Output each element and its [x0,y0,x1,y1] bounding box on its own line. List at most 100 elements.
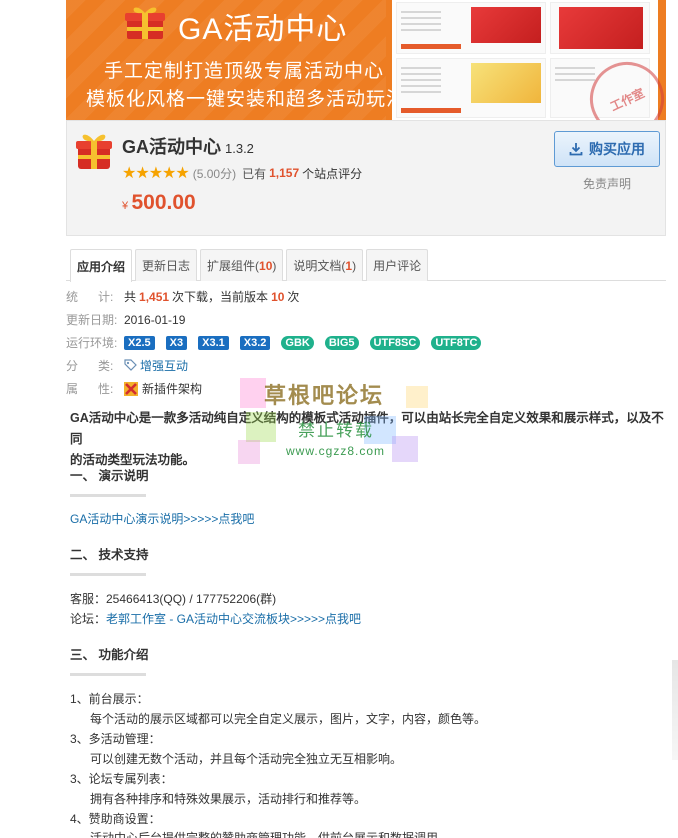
section-features-heading: 三、 功能介绍 [70,644,148,676]
screenshot-thumb [396,2,546,54]
support-contact: 客服：25466413(QQ) / 177752206(群) [70,592,277,606]
tab-label: 说明文档( [293,259,346,273]
demo-link-row: GA活动中心演示说明>>>>>点我吧 [70,510,254,527]
charset-badge: GBK [281,335,314,350]
meta-stats: 统 计: 共 1,451 次下载，当前版本 10 次 [66,285,666,308]
tab-label: 应用介绍 [77,259,126,274]
version-badge: X3.2 [239,335,271,350]
product-name: GA活动中心 1.3.2 [122,133,254,159]
tag-icon [124,359,137,371]
banner-tagline-1: 手工定制打造顶级专属活动中心 [104,61,385,82]
feature-title: 3、论坛专属列表： [70,772,173,786]
attr-label: 新插件架构 [142,382,203,396]
banner-screenshots: 工作室 [392,0,666,120]
category-link[interactable]: 增强互动 [124,357,188,374]
version-badge: X3.1 [198,335,229,350]
meta-attr: 属 性: 新插件架构 [66,377,666,400]
tab-changelog[interactable]: 更新日志 [135,249,198,281]
meta-label: 更新日期: [66,313,118,327]
price-currency: ¥ [122,200,129,212]
rating-row: ★★★★★ (5.00分) 已有 1,157 个站点评分 [122,163,362,183]
meta-category: 分 类: 增强互动 [66,354,666,377]
detail-tabs: 应用介绍 更新日志 扩展组件(10) 说明文档(1) 用户评论 [66,249,666,282]
update-date: 2016-01-19 [124,312,186,327]
stats-text: 共 [124,290,137,304]
tab-paren: ) [352,258,357,273]
forum-label: 论坛： [70,612,107,626]
tab-label: 用户评论 [373,259,422,273]
tab-app-intro[interactable]: 应用介绍 [70,249,133,282]
product-title: GA活动中心 [122,137,221,157]
product-version: 1.3.2 [225,141,254,156]
app-meta: 统 计: 共 1,451 次下载，当前版本 10 次 更新日期: 2016-01… [66,285,666,400]
demo-link[interactable]: GA活动中心演示说明>>>>>点我吧 [70,512,254,526]
product-logo-icon [76,134,112,169]
meta-updated: 更新日期: 2016-01-19 [66,308,666,331]
star-rating-icon: ★★★★★ [122,165,190,182]
version-download-count: 10 [271,289,285,304]
tab-user-reviews[interactable]: 用户评论 [366,249,429,281]
screenshot-thumb [550,2,650,54]
rating-count: 1,157 [269,166,300,180]
feature-desc: 每个活动的展示区域都可以完全自定义展示，图片，文字，内容，颜色等。 [90,712,487,726]
meta-label: 分 类: [66,359,114,373]
category-label: 增强互动 [140,359,189,373]
charset-badge: UTF8SC [369,335,421,350]
price: ¥ 500.00 [122,191,196,215]
section-title: 一、 演示说明 [70,469,149,483]
banner-tagline-2: 模板化风格一键安装和超多活动玩法 [86,89,407,110]
tab-label: 更新日志 [142,259,191,273]
tab-count: 10 [259,258,273,273]
feature-desc: 可以创建无数个活动，并且每个活动完全独立无互相影响。 [90,752,403,766]
section-demo-heading: 一、 演示说明 [70,465,148,497]
feature-title: 3、多活动管理： [70,732,161,746]
buy-app-label: 购买应用 [589,141,645,157]
attr-value: 新插件架构 [124,380,202,397]
product-banner: GA活动中心 手工定制打造顶级专属活动中心 模板化风格一键安装和超多活动玩法 工… [66,0,666,120]
tab-extensions[interactable]: 扩展组件(10) [200,249,284,281]
product-card: GA活动中心 1.3.2 ★★★★★ (5.00分) 已有 1,157 个站点评分… [66,120,666,236]
version-badge: X3 [165,335,188,350]
tab-docs[interactable]: 说明文档(1) [286,249,364,281]
stats-text: 次 [287,290,300,304]
section-support-heading: 二、 技术支持 [70,544,148,576]
version-badge: X2.5 [124,335,155,350]
description-line: GA活动中心是一款多活动纯自定义结构的模板式活动插件，可以由站长完全自定义效果和… [70,411,664,446]
price-amount: 500.00 [131,191,196,214]
feature-desc: 拥有各种排序和特殊效果展示，活动排行和推荐等。 [90,792,367,806]
feature-title: 4、赞助商设置： [70,812,161,826]
rating-prefix: 已有 [242,166,267,181]
section-title: 二、 技术支持 [70,548,149,562]
banner-title: GA活动中心 [178,13,348,46]
buy-app-button[interactable]: 购买应用 [554,131,660,167]
screenshot-thumb [396,58,546,118]
feature-desc: 活动中心后台提供完整的赞助商管理功能，供前台展示和数据调用。 [90,831,451,838]
app-description: GA活动中心是一款多活动纯自定义结构的模板式活动插件，可以由站长完全自定义效果和… [70,408,665,471]
support-forum-row: 论坛：老郭工作室 - GA活动中心交流板块>>>>>点我吧 [70,610,361,627]
env-badges: X2.5 X3 X3.1 X3.2 GBK BIG5 UTF8SC UTF8TC [124,335,492,350]
meta-value: 共 1,451 次下载，当前版本 10 次 [124,288,299,305]
section-underline [70,673,146,676]
description-line: 的活动类型玩法功能。 [70,453,196,467]
charset-badge: UTF8TC [431,335,482,350]
scroll-edge [672,660,678,760]
forum-link[interactable]: 老郭工作室 - GA活动中心交流板块>>>>>点我吧 [106,612,361,626]
download-icon [569,143,583,156]
download-count: 1,451 [139,289,170,304]
gift-box-icon [125,7,165,39]
section-underline [70,494,146,497]
stats-text: 次下载，当前版本 [172,290,269,304]
tab-paren: ) [272,258,277,273]
section-underline [70,573,146,576]
meta-label: 属 性: [66,382,114,396]
rating-score: (5.00分) [192,166,237,181]
section-title: 三、 功能介绍 [70,648,149,662]
disclaimer-link[interactable]: 免责声明 [554,175,660,192]
meta-label: 运行环境: [66,336,118,350]
plugin-arch-icon [124,381,138,396]
feature-title: 1、前台展示： [70,692,149,706]
tab-label: 扩展组件( [207,259,260,273]
meta-env: 运行环境: X2.5 X3 X3.1 X3.2 GBK BIG5 UTF8SC … [66,331,666,354]
charset-badge: BIG5 [324,335,359,350]
rating-suffix: 个站点评分 [302,166,363,181]
